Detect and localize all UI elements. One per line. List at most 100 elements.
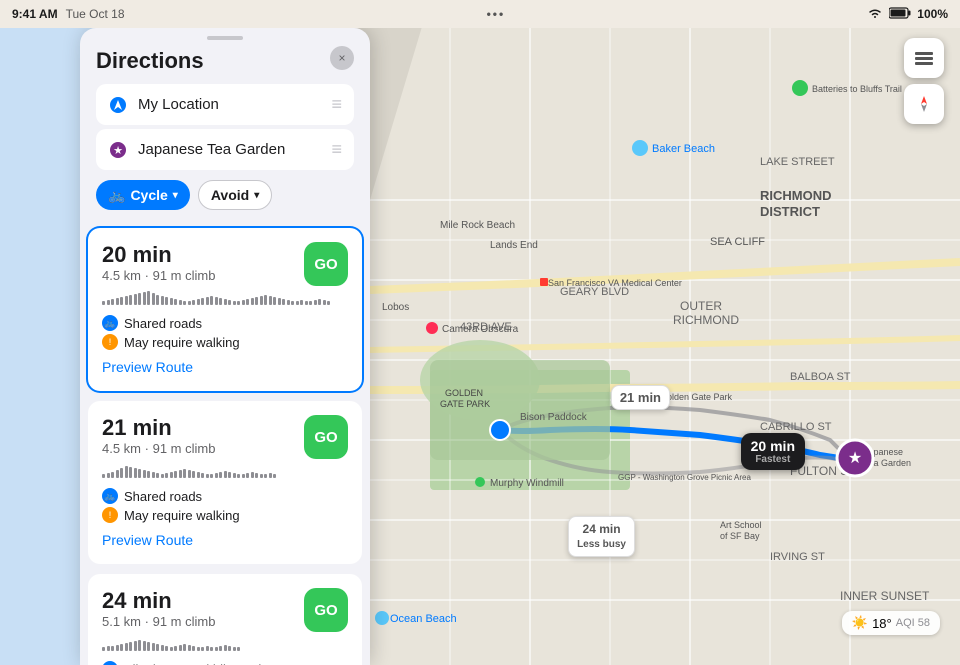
route-3-details: 5.1 km · 91 m climb (102, 614, 292, 629)
svg-text:Bison Paddock: Bison Paddock (520, 412, 588, 423)
compass-button[interactable] (904, 84, 944, 124)
route-2-condition-2: ! May require walking (102, 507, 348, 523)
route-21-label: 21 min (620, 390, 661, 405)
walking-icon-2: ! (102, 507, 118, 523)
route-1-details: 4.5 km · 91 m climb (102, 268, 292, 283)
battery-pct: 100% (917, 7, 948, 21)
svg-text:of SF Bay: of SF Bay (720, 531, 760, 541)
svg-text:OUTER: OUTER (680, 299, 722, 313)
panel-handle[interactable] (80, 28, 370, 44)
svg-text:★: ★ (848, 450, 862, 467)
svg-text:Camera Obscura: Camera Obscura (442, 324, 519, 335)
route-2-details: 4.5 km · 91 m climb (102, 441, 292, 456)
origin-icon (108, 95, 128, 115)
svg-text:Lobos: Lobos (382, 302, 409, 313)
svg-text:CABRILLO ST: CABRILLO ST (760, 421, 832, 433)
battery-icon (889, 7, 911, 22)
shared-roads-icon-1: 🚲 (102, 315, 118, 331)
route-1-preview-link[interactable]: Preview Route (102, 359, 193, 375)
route-21-bubble: 21 min (611, 385, 670, 410)
route-1-go-button[interactable]: GO (304, 242, 348, 286)
weather-aqi: AQI 58 (896, 617, 930, 629)
svg-text:INNER SUNSET: INNER SUNSET (840, 589, 930, 603)
route-card-2[interactable]: 21 min 4.5 km · 91 m climb (88, 401, 362, 564)
svg-text:BALBOA ST: BALBOA ST (790, 371, 851, 383)
svg-text:Batteries to Bluffs Trail: Batteries to Bluffs Trail (812, 84, 902, 94)
svg-text:GOLDEN: GOLDEN (445, 388, 483, 398)
handle-bar (207, 36, 243, 40)
panel-title: Directions (96, 48, 354, 74)
svg-text:Golden Gate Park: Golden Gate Park (660, 392, 733, 402)
shared-roads-icon-2: 🚲 (102, 488, 118, 504)
filter-row: 🚲 Cycle ▾ Avoid ▾ (96, 180, 354, 210)
svg-text:SEA CLIFF: SEA CLIFF (710, 236, 765, 248)
svg-text:RICHMOND: RICHMOND (673, 313, 739, 327)
dots-icon: ••• (487, 7, 506, 21)
svg-text:Baker Beach: Baker Beach (652, 143, 715, 155)
route-3-cond-1-label: Bike lanes and bike paths (124, 662, 272, 665)
avoid-chevron: ▾ (254, 190, 259, 201)
svg-text:Murphy Windmill: Murphy Windmill (490, 478, 564, 489)
fastest-route-bubble: 20 min Fastest (741, 433, 805, 470)
map-layers-button[interactable] (904, 38, 944, 78)
cycle-chevron: ▾ (173, 190, 178, 201)
route-2-time: 21 min (102, 415, 292, 441)
fastest-time: 20 min (751, 438, 795, 454)
avoid-label: Avoid (211, 187, 249, 203)
svg-text:★: ★ (113, 145, 123, 157)
svg-text:Mile Rock Beach: Mile Rock Beach (440, 220, 515, 231)
route-24-time: 24 min (577, 521, 626, 538)
route-1-bar (102, 291, 348, 305)
route-3-condition-1: 🚲 Bike lanes and bike paths (102, 661, 348, 665)
svg-text:GATE PARK: GATE PARK (440, 399, 490, 409)
svg-text:Art School: Art School (720, 520, 762, 530)
svg-text:LAKE STREET: LAKE STREET (760, 156, 835, 168)
route-3-go-button[interactable]: GO (304, 588, 348, 632)
weather-badge: ☀️ 18° AQI 58 (842, 611, 940, 635)
route-3-time: 24 min (102, 588, 292, 614)
destination-label: Japanese Tea Garden (138, 141, 321, 158)
route-card-1[interactable]: 20 min 4.5 km · 91 m climb (88, 228, 362, 391)
svg-text:DISTRICT: DISTRICT (760, 204, 820, 219)
status-bar: 9:41 AM Tue Oct 18 ••• 100% (0, 0, 960, 28)
route-3-bar (102, 637, 348, 651)
route-24-label: Less busy (577, 538, 626, 552)
weather-icon: ☀️ (852, 615, 868, 631)
close-button[interactable]: × (330, 46, 354, 70)
origin-handle-icon: ≡ (331, 94, 342, 115)
status-time: 9:41 AM (12, 7, 58, 21)
svg-text:San Francisco VA Medical Cente: San Francisco VA Medical Center (548, 278, 682, 288)
walking-icon-1: ! (102, 334, 118, 350)
cycle-filter-button[interactable]: 🚲 Cycle ▾ (96, 180, 190, 210)
wifi-icon (867, 7, 883, 22)
status-date: Tue Oct 18 (66, 7, 125, 21)
route-1-condition-1: 🚲 Shared roads (102, 315, 348, 331)
route-2-cond-1-label: Shared roads (124, 489, 202, 504)
cycle-label: Cycle (130, 187, 167, 203)
svg-text:GGP - Washington Grove Picnic: GGP - Washington Grove Picnic Area (618, 473, 751, 482)
route-2-preview-link[interactable]: Preview Route (102, 532, 193, 548)
route-2-bar (102, 464, 348, 478)
destination-row[interactable]: ★ Japanese Tea Garden ≡ (96, 129, 354, 170)
svg-text:RICHMOND: RICHMOND (760, 188, 832, 203)
origin-row[interactable]: My Location ≡ (96, 84, 354, 125)
route-1-condition-2: ! May require walking (102, 334, 348, 350)
route-1-cond-2-label: May require walking (124, 335, 240, 350)
origin-label: My Location (138, 96, 321, 113)
route-card-3[interactable]: 24 min 5.1 km · 91 m climb (88, 574, 362, 665)
svg-text:Lands End: Lands End (490, 240, 538, 251)
svg-text:Ocean Beach: Ocean Beach (390, 613, 457, 625)
route-2-go-button[interactable]: GO (304, 415, 348, 459)
destination-handle-icon: ≡ (331, 139, 342, 160)
cycle-icon: 🚲 (108, 187, 125, 204)
routes-list[interactable]: 20 min 4.5 km · 91 m climb (80, 220, 370, 665)
route-2-condition-1: 🚲 Shared roads (102, 488, 348, 504)
avoid-filter-button[interactable]: Avoid ▾ (198, 180, 272, 210)
route-1-cond-1-label: Shared roads (124, 316, 202, 331)
route-2-cond-2-label: May require walking (124, 508, 240, 523)
weather-temp: 18° (872, 616, 892, 631)
route-1-time: 20 min (102, 242, 292, 268)
sidebar-header: Directions × My Location ≡ ★ Japanese Te… (80, 44, 370, 220)
destination-icon: ★ (108, 140, 128, 160)
route-24-bubble: 24 min Less busy (568, 516, 635, 557)
